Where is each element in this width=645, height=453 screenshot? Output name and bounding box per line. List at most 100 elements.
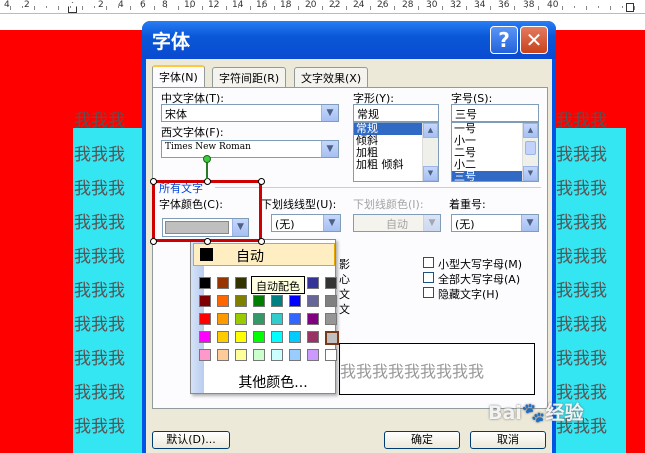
resize-handle[interactable]	[150, 238, 157, 245]
ruler-tick	[202, 6, 203, 10]
ruler-tick	[358, 6, 359, 8]
help-button[interactable]: ?	[490, 26, 518, 54]
color-swatch[interactable]	[199, 313, 211, 325]
default-button[interactable]: 默认(D)...	[152, 431, 230, 449]
rotate-handle[interactable]	[203, 155, 211, 163]
underline-color-label: 下划线颜色(I):	[353, 198, 424, 211]
ruler-tick	[478, 6, 479, 8]
color-swatch[interactable]	[271, 349, 283, 361]
color-popup: 自动 自动配色 其他颜色...	[190, 239, 339, 394]
tab-font[interactable]: 字体(N)	[152, 65, 205, 88]
color-swatch[interactable]	[235, 349, 247, 361]
color-swatch[interactable]	[325, 349, 337, 361]
ruler-right-marker[interactable]	[626, 3, 634, 12]
smallcaps-checkbox[interactable]	[423, 257, 434, 268]
tab-spacing[interactable]: 字符间距(R)	[212, 67, 287, 87]
more-colors-button[interactable]: 其他颜色...	[211, 372, 335, 391]
effect-engrave-label: 文	[339, 303, 350, 316]
color-swatch[interactable]	[217, 295, 229, 307]
color-swatch[interactable]	[271, 295, 283, 307]
style-input[interactable]: 常规	[353, 104, 439, 122]
underline-style-select[interactable]: (无) ▼	[271, 214, 341, 232]
ok-button[interactable]: 确定	[384, 431, 460, 449]
resize-handle[interactable]	[204, 238, 211, 245]
scroll-up-icon[interactable]: ▲	[523, 123, 538, 138]
color-swatch[interactable]	[199, 277, 211, 289]
color-swatch[interactable]	[235, 313, 247, 325]
color-swatch[interactable]	[199, 349, 211, 361]
color-swatch[interactable]	[253, 349, 265, 361]
ruler-tick	[490, 6, 491, 10]
color-swatch[interactable]	[253, 295, 265, 307]
color-swatch[interactable]	[253, 331, 265, 343]
ruler-tick	[34, 6, 35, 10]
ruler-tick	[334, 6, 335, 8]
color-swatch[interactable]	[289, 331, 301, 343]
color-swatch[interactable]	[289, 313, 301, 325]
color-swatch[interactable]	[217, 313, 229, 325]
close-button[interactable]: ✕	[520, 26, 548, 54]
color-swatch[interactable]	[253, 313, 265, 325]
color-swatch[interactable]	[325, 295, 337, 307]
color-swatch[interactable]	[217, 331, 229, 343]
ruler-number: 12	[208, 0, 220, 10]
ruler: 4 2 2 4 6 8 10 12 14 16 18 20 22 24 26 28 30 32 34 36 38 40	[0, 0, 645, 14]
western-font-select[interactable]: Times New Roman ▼	[161, 140, 339, 158]
color-swatch[interactable]	[289, 349, 301, 361]
chevron-down-icon[interactable]: ▼	[323, 215, 340, 231]
resize-handle[interactable]	[150, 178, 157, 185]
size-scrollbar[interactable]: ▲ ▼	[522, 123, 538, 181]
color-swatch[interactable]	[199, 295, 211, 307]
hidden-checkbox[interactable]	[423, 287, 434, 298]
color-swatch[interactable]	[217, 277, 229, 289]
color-swatch[interactable]	[307, 349, 319, 361]
scroll-down-icon[interactable]: ▼	[423, 166, 438, 181]
color-swatch[interactable]	[325, 331, 339, 345]
color-swatch[interactable]	[217, 349, 229, 361]
ruler-number: 18	[280, 0, 292, 10]
style-scrollbar[interactable]: ▲ ▼	[422, 123, 438, 181]
color-swatch[interactable]	[289, 295, 301, 307]
scroll-up-icon[interactable]: ▲	[423, 123, 438, 138]
color-swatch[interactable]	[235, 277, 247, 289]
emphasis-select[interactable]: (无) ▼	[451, 214, 539, 232]
chevron-down-icon[interactable]: ▼	[521, 215, 538, 231]
style-list[interactable]: 常规 倾斜 加粗 加粗 倾斜 ▲ ▼	[353, 122, 439, 182]
scroll-thumb[interactable]	[525, 141, 536, 155]
color-swatch[interactable]	[325, 277, 337, 289]
color-swatch[interactable]	[235, 331, 247, 343]
ruler-number: 2	[98, 0, 104, 10]
color-swatch[interactable]	[199, 331, 211, 343]
size-input[interactable]: 三号	[451, 104, 539, 122]
color-swatch[interactable]	[307, 295, 319, 307]
color-swatch[interactable]	[271, 313, 283, 325]
color-swatch[interactable]	[307, 277, 319, 289]
close-icon: ✕	[525, 28, 543, 52]
chinese-font-select[interactable]: 宋体 ▼	[161, 104, 339, 122]
resize-handle[interactable]	[258, 238, 265, 245]
chevron-down-icon[interactable]: ▼	[321, 141, 338, 157]
allcaps-checkbox[interactable]	[423, 272, 434, 283]
resize-handle[interactable]	[204, 178, 211, 185]
color-swatch[interactable]	[235, 295, 247, 307]
scroll-down-icon[interactable]: ▼	[523, 166, 538, 181]
resize-handle[interactable]	[258, 178, 265, 185]
ruler-number: 4	[118, 0, 124, 10]
color-swatch[interactable]	[307, 331, 319, 343]
ruler-tick	[190, 6, 191, 8]
color-swatch[interactable]	[271, 331, 283, 343]
dialog-titlebar[interactable]: 字体 ? ✕	[142, 21, 556, 59]
size-list[interactable]: 一号 小一 二号 小二 三号 ▲ ▼	[451, 122, 539, 182]
color-swatch[interactable]	[325, 313, 337, 325]
color-swatch[interactable]	[307, 313, 319, 325]
cancel-button[interactable]: 取消	[470, 431, 546, 449]
tab-effects[interactable]: 文字效果(X)	[294, 67, 369, 87]
chevron-down-icon[interactable]: ▼	[321, 105, 338, 121]
ruler-tick	[454, 6, 455, 8]
ruler-tick	[346, 6, 347, 10]
ruler-tick	[106, 6, 107, 10]
list-item[interactable]: 三号	[452, 171, 522, 181]
underline-style-value: (无)	[275, 218, 295, 231]
effect-shadow-label: 影	[339, 258, 350, 271]
emphasis-value: (无)	[455, 218, 475, 231]
